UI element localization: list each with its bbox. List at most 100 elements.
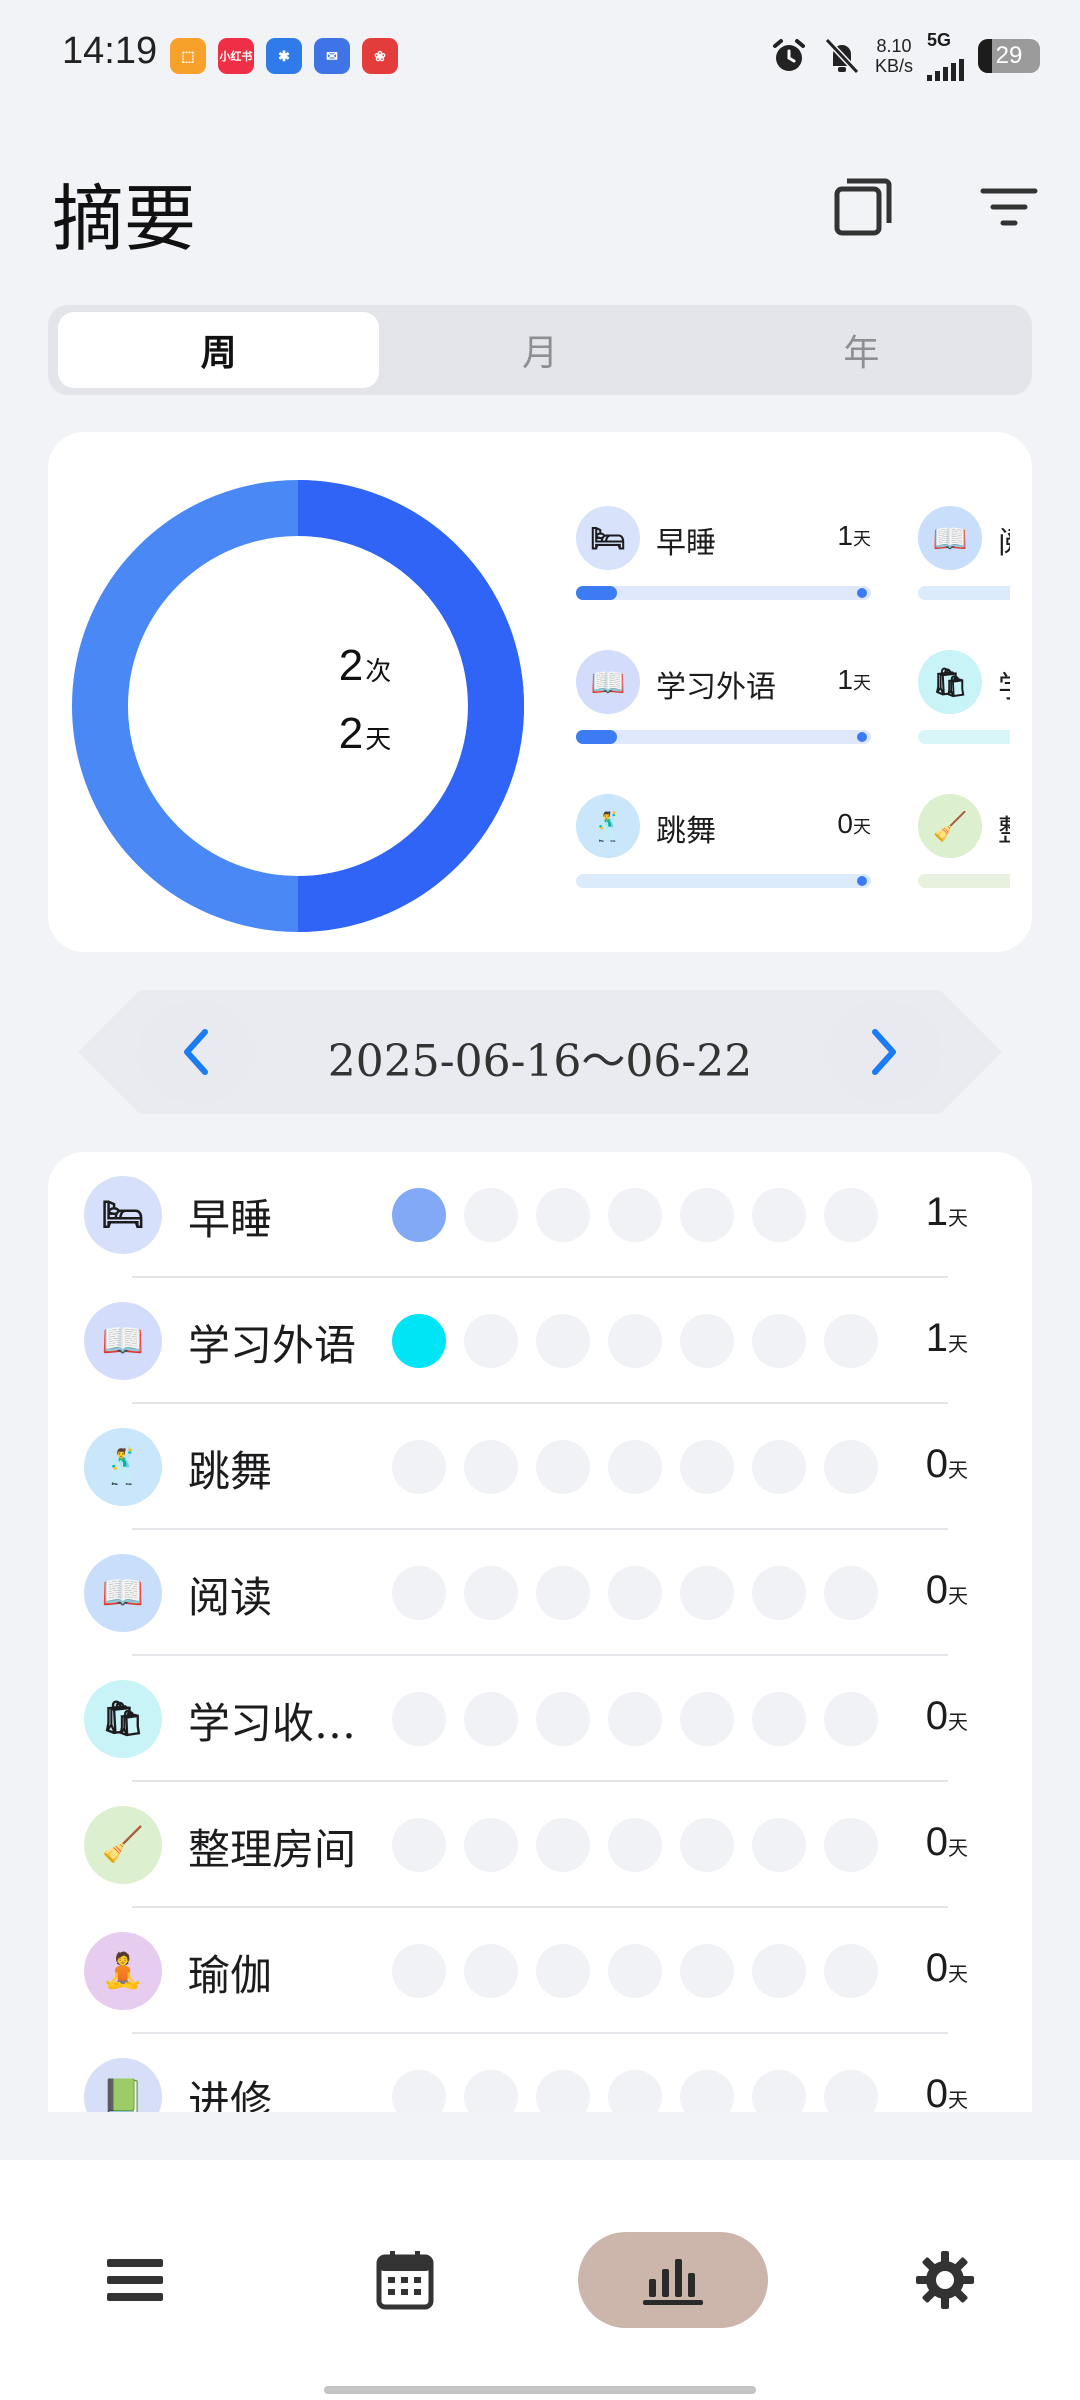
stat-value-number: 1	[837, 520, 853, 551]
stat-value-unit: 天	[853, 673, 871, 693]
net-speed: 8.10 KB/s	[875, 36, 913, 76]
total-days-unit: 天	[365, 725, 392, 755]
day-dot[interactable]	[464, 1440, 518, 1494]
gear-icon	[916, 2251, 974, 2309]
day-dot[interactable]	[680, 1818, 734, 1872]
day-dot[interactable]	[824, 1944, 878, 1998]
habit-days-unit: 天	[948, 2088, 968, 2112]
day-dot[interactable]	[752, 1566, 806, 1620]
day-dot-filled[interactable]	[392, 1188, 446, 1242]
day-dot[interactable]	[680, 1188, 734, 1242]
day-dot[interactable]	[824, 1440, 878, 1494]
day-dot[interactable]	[680, 2070, 734, 2112]
habit-row-早睡[interactable]: 🛏 早睡 1天	[48, 1152, 1032, 1278]
day-dot[interactable]	[608, 1566, 662, 1620]
day-dot[interactable]	[752, 1818, 806, 1872]
day-dot[interactable]	[752, 1188, 806, 1242]
nav-list-button[interactable]	[40, 2232, 230, 2328]
signal: 5G	[927, 30, 964, 81]
day-dot[interactable]	[680, 1944, 734, 1998]
tab-week[interactable]: 周	[58, 312, 380, 388]
summary-stats-scroll[interactable]: 🛏 早睡 1天 📖 学习外语 1天 🕺 跳舞 0天 📖 阅读 🛍 学 🧹 整	[576, 480, 1010, 920]
week-dots	[392, 1188, 878, 1242]
habit-row-阅读[interactable]: 📖 阅读 0天	[48, 1530, 1032, 1656]
nav-stats-button[interactable]	[578, 2232, 768, 2328]
day-dot[interactable]	[536, 1692, 590, 1746]
system-icons: 8.10 KB/s 5G 29	[769, 30, 1040, 81]
habit-row-整理房间[interactable]: 🧹 整理房间 0天	[48, 1782, 1032, 1908]
habit-row-学习收纳[interactable]: 🛍 学习收… 0天	[48, 1656, 1032, 1782]
week-dots	[392, 1692, 878, 1746]
day-dot[interactable]	[752, 1314, 806, 1368]
day-dot[interactable]	[392, 1818, 446, 1872]
copy-button[interactable]	[828, 172, 898, 242]
day-dot[interactable]	[752, 1944, 806, 1998]
day-dot[interactable]	[392, 1944, 446, 1998]
day-dot[interactable]	[392, 1566, 446, 1620]
habit-list[interactable]: 🛏 早睡 1天 📖 学习外语 1天 🕺 跳舞 0天 📖 阅读 0天 🛍 学习收……	[48, 1152, 1032, 2112]
home-indicator[interactable]	[324, 2386, 756, 2394]
habit-row-进修[interactable]: 📗 进修 0天	[48, 2034, 1032, 2112]
day-dot[interactable]	[464, 1692, 518, 1746]
day-dot[interactable]	[608, 1692, 662, 1746]
nav-calendar-button[interactable]	[310, 2232, 500, 2328]
day-dot[interactable]	[464, 1818, 518, 1872]
day-dot[interactable]	[392, 1440, 446, 1494]
day-dot[interactable]	[824, 1818, 878, 1872]
day-dot[interactable]	[536, 1440, 590, 1494]
nav-settings-button[interactable]	[850, 2232, 1040, 2328]
day-dot[interactable]	[608, 1818, 662, 1872]
day-dot[interactable]	[464, 2070, 518, 2112]
day-dot[interactable]	[680, 1692, 734, 1746]
day-dot[interactable]	[536, 2070, 590, 2112]
day-dot[interactable]	[608, 1440, 662, 1494]
day-dot[interactable]	[464, 1188, 518, 1242]
day-dot[interactable]	[536, 1566, 590, 1620]
day-dot[interactable]	[608, 1314, 662, 1368]
day-dot[interactable]	[752, 1440, 806, 1494]
habit-days: 0天	[926, 1694, 968, 1739]
app-red-icon: ❀	[362, 38, 398, 74]
day-dot[interactable]	[824, 1314, 878, 1368]
day-dot[interactable]	[824, 2070, 878, 2112]
day-dot[interactable]	[752, 1692, 806, 1746]
stat-progress-bar	[918, 730, 1010, 744]
day-dot[interactable]	[608, 2070, 662, 2112]
book-icon: 📖	[84, 1554, 162, 1632]
day-dot[interactable]	[536, 1818, 590, 1872]
week-dots	[392, 2070, 878, 2112]
tab-month[interactable]: 月	[379, 312, 700, 388]
habit-row-瑜伽[interactable]: 🧘 瑜伽 0天	[48, 1908, 1032, 2034]
day-dot[interactable]	[608, 1944, 662, 1998]
day-dot[interactable]	[464, 1566, 518, 1620]
shopping-bag-icon: 🛍	[84, 1680, 162, 1758]
prev-week-button[interactable]	[138, 1002, 256, 1102]
day-dot[interactable]	[680, 1314, 734, 1368]
day-dot[interactable]	[752, 2070, 806, 2112]
day-dot[interactable]	[536, 1314, 590, 1368]
day-dot[interactable]	[824, 1692, 878, 1746]
filter-button[interactable]	[974, 172, 1044, 242]
habit-row-跳舞[interactable]: 🕺 跳舞 0天	[48, 1404, 1032, 1530]
day-dot[interactable]	[680, 1566, 734, 1620]
stat-name: 早睡	[656, 526, 716, 561]
day-dot[interactable]	[392, 2070, 446, 2112]
day-dot[interactable]	[464, 1944, 518, 1998]
day-dot[interactable]	[608, 1188, 662, 1242]
day-dot-filled[interactable]	[392, 1314, 446, 1368]
day-dot[interactable]	[392, 1692, 446, 1746]
stat-name: 整	[998, 806, 1010, 850]
day-dot[interactable]	[824, 1188, 878, 1242]
next-week-button[interactable]	[824, 1002, 942, 1102]
habit-days-number: 1	[925, 1190, 948, 1234]
day-dot[interactable]	[536, 1944, 590, 1998]
day-dot[interactable]	[680, 1440, 734, 1494]
habit-row-学习外语[interactable]: 📖 学习外语 1天	[48, 1278, 1032, 1404]
day-dot[interactable]	[824, 1566, 878, 1620]
tab-year[interactable]: 年	[701, 312, 1022, 388]
stat-value: 1天	[837, 520, 871, 552]
alarm-icon	[772, 38, 805, 71]
week-dots	[392, 1566, 878, 1620]
day-dot[interactable]	[464, 1314, 518, 1368]
day-dot[interactable]	[536, 1188, 590, 1242]
